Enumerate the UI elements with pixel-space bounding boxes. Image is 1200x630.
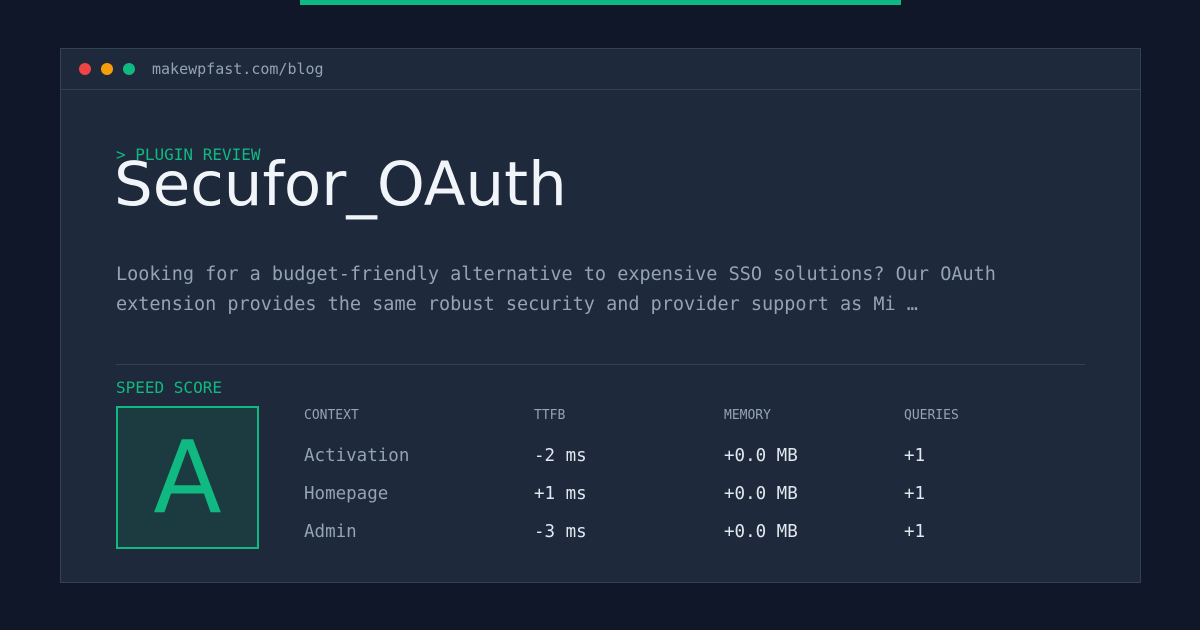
url-text: makewpfast.com/blog <box>152 60 324 78</box>
row-admin-queries: +1 <box>904 522 926 542</box>
window-titlebar: makewpfast.com/blog <box>61 49 1140 90</box>
row-activation-context: Activation <box>304 446 410 466</box>
minimize-dot-icon[interactable] <box>101 63 113 75</box>
ttfb-column-header: TTFB <box>534 408 566 423</box>
row-admin-ttfb: -3 ms <box>534 522 587 542</box>
section-divider <box>116 364 1085 365</box>
row-admin-memory: +0.0 MB <box>724 522 798 542</box>
article-description: Looking for a budget-friendly alternativ… <box>116 264 996 315</box>
row-admin-context: Admin <box>304 522 357 542</box>
row-homepage-queries: +1 <box>904 484 926 504</box>
speed-score-label: SPEED SCORE <box>116 378 222 397</box>
row-activation-ttfb: -2 ms <box>534 446 587 466</box>
speed-grade-letter: A <box>153 419 222 536</box>
row-homepage-context: Homepage <box>304 484 389 504</box>
browser-window: makewpfast.com/blog > PLUGIN REVIEW Secu… <box>60 48 1141 583</box>
page-title: Secufor_OAuth <box>114 149 567 220</box>
speed-grade-box: A <box>116 406 259 549</box>
maximize-dot-icon[interactable] <box>123 63 135 75</box>
memory-column-header: MEMORY <box>724 408 771 423</box>
queries-column-header: QUERIES <box>904 408 959 423</box>
top-accent-bar <box>300 0 901 5</box>
close-dot-icon[interactable] <box>79 63 91 75</box>
row-homepage-ttfb: +1 ms <box>534 484 587 504</box>
row-activation-memory: +0.0 MB <box>724 446 798 466</box>
context-column-header: CONTEXT <box>304 408 359 423</box>
row-homepage-memory: +0.0 MB <box>724 484 798 504</box>
row-activation-queries: +1 <box>904 446 926 466</box>
